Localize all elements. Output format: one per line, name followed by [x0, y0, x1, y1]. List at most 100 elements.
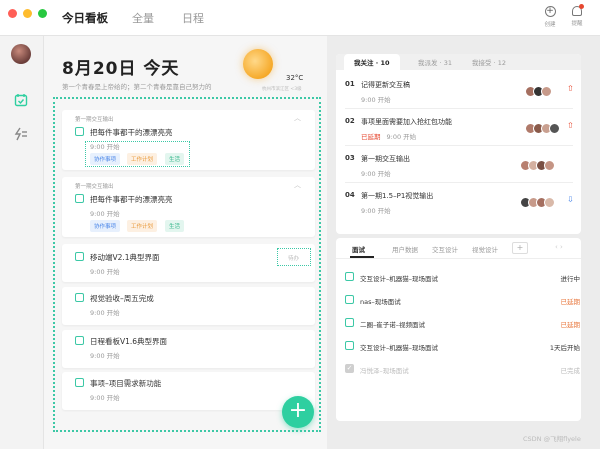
- item-number: 02: [345, 117, 355, 125]
- interview-row-title[interactable]: 二圈–崔子诺–视频面试: [360, 319, 425, 329]
- bell-icon: [572, 6, 582, 16]
- interview-row-title[interactable]: 交互设计–机器猫–现场面试: [360, 342, 438, 352]
- tag: 工作计划: [127, 220, 157, 232]
- watermark: CSDN @飞翔flyele: [523, 433, 581, 443]
- page-title: 8月20日 今天: [62, 54, 179, 79]
- priority-down-icon: ⇩: [567, 195, 574, 204]
- assignee-avatars: [523, 160, 555, 171]
- item-number: 03: [345, 154, 355, 162]
- task-checkbox[interactable]: [345, 295, 354, 304]
- focus-item-title[interactable]: 事项里面需要加入抢红包功能: [361, 117, 452, 127]
- interview-row-title[interactable]: 冯悦泽–现场面试: [360, 365, 409, 375]
- add-tab-button[interactable]: +: [512, 242, 528, 254]
- task-card[interactable]: 第一期交互输出 ︿ 把每件事都干的漂漂亮亮 9:00 开始 协作事项 工作计划 …: [62, 177, 315, 237]
- chevron-up-icon[interactable]: ︿: [294, 180, 301, 190]
- task-card[interactable]: 视觉验收–周五完成 9:00 开始: [62, 287, 315, 325]
- top-bar: 今日看板 全量 日程 + 创建 提醒: [0, 0, 600, 36]
- tag: 生活: [165, 220, 184, 232]
- task-card[interactable]: 事项–项目需求新功能 9:00 开始: [62, 372, 315, 410]
- task-time: 9:00 开始: [90, 392, 120, 402]
- project-label: 第一期交互输出: [75, 182, 114, 190]
- tab-my-accepted[interactable]: 我接受 · 12: [472, 57, 506, 67]
- tab-scroll-arrows[interactable]: ‹ ›: [555, 243, 563, 251]
- task-time: 9:00 开始: [90, 208, 120, 218]
- item-number: 04: [345, 191, 355, 199]
- plus-circle-icon: +: [545, 6, 556, 17]
- calendar-check-icon[interactable]: [14, 93, 28, 107]
- close-window-button[interactable]: [8, 9, 17, 18]
- task-checkbox[interactable]: [75, 378, 84, 387]
- interview-row-status: 已延期: [561, 319, 581, 329]
- sunny-weather-icon: [243, 49, 273, 79]
- focus-item-title[interactable]: 记得更新交互稿: [361, 80, 410, 90]
- avatar[interactable]: [11, 44, 31, 64]
- task-checkbox[interactable]: [75, 194, 84, 203]
- minimize-window-button[interactable]: [23, 9, 32, 18]
- task-checkbox[interactable]: [75, 252, 84, 261]
- task-title: 视觉验收–周五完成: [90, 293, 154, 304]
- motto-text: 第一个青春是上帝给的；第二个青春是靠自己努力的: [62, 81, 212, 91]
- tab-today-board[interactable]: 今日看板: [62, 10, 108, 26]
- task-title: 日程看板V1.6典型界面: [90, 336, 167, 347]
- tab-schedule[interactable]: 日程: [182, 10, 204, 26]
- interview-row-title[interactable]: 交互设计–机器猫–现场面试: [360, 273, 438, 283]
- task-time: 9:00 开始: [90, 350, 120, 360]
- interview-row-status: 已完成: [561, 365, 581, 375]
- interview-row-status: 进行中: [561, 273, 581, 283]
- tags-highlight: [85, 141, 190, 167]
- status-highlight: [277, 248, 311, 266]
- task-checkbox[interactable]: [345, 341, 354, 350]
- tab-my-dispatched[interactable]: 我派发 · 31: [418, 57, 452, 67]
- project-label: 第一期交互输出: [75, 115, 114, 123]
- add-task-button[interactable]: +: [282, 396, 314, 428]
- tab-interaction-design[interactable]: 交互设计: [432, 244, 458, 254]
- chevron-up-icon[interactable]: ︿: [294, 113, 301, 123]
- interview-panel: [336, 238, 581, 421]
- task-title: 移动端V2.1典型界面: [90, 252, 160, 263]
- flash-list-icon[interactable]: [14, 127, 28, 141]
- task-title: 事项–项目需求新功能: [90, 378, 161, 389]
- focus-item-title[interactable]: 第一期1.5–P1视觉输出: [361, 191, 433, 201]
- task-checkbox[interactable]: [345, 318, 354, 327]
- tab-my-focus[interactable]: 我关注 · 10: [344, 54, 400, 70]
- focus-item-sub: 9:00 开始: [361, 94, 391, 104]
- task-checkbox[interactable]: [75, 336, 84, 345]
- create-label: 创建: [537, 20, 563, 28]
- tab-all[interactable]: 全量: [132, 10, 154, 26]
- priority-up-icon: ⇧: [567, 84, 574, 93]
- tab-user-data[interactable]: 用户数据: [392, 244, 418, 254]
- task-time: 9:00 开始: [90, 307, 120, 317]
- divider: [345, 145, 573, 146]
- tab-visual-design[interactable]: 视觉设计: [472, 244, 498, 254]
- assignee-avatars: [528, 123, 560, 134]
- sidebar: [0, 36, 44, 449]
- maximize-window-button[interactable]: [38, 9, 47, 18]
- weather-location: 杭州市滨江区 <3级: [262, 86, 302, 92]
- divider: [336, 258, 581, 259]
- task-card[interactable]: 日程看板V1.6典型界面 9:00 开始: [62, 330, 315, 368]
- tag: 协作事项: [90, 220, 120, 232]
- task-title: 把每件事都干的漂漂亮亮: [90, 127, 173, 138]
- assignee-avatars: [523, 197, 555, 208]
- task-checkbox[interactable]: [75, 293, 84, 302]
- task-time: 9:00 开始: [90, 266, 120, 276]
- task-checkbox[interactable]: [75, 127, 84, 136]
- focus-item-title[interactable]: 第一期交互输出: [361, 154, 410, 164]
- priority-up-icon: ⇧: [567, 121, 574, 130]
- interview-row-status: 1天后开始: [550, 342, 580, 352]
- focus-item-sub: 9:00 开始: [361, 205, 391, 215]
- tab-interview[interactable]: 面试: [352, 244, 365, 254]
- checked-checkbox-icon[interactable]: ✓: [345, 364, 354, 373]
- focus-item-sub: 已延期9:00 开始: [361, 131, 416, 141]
- interview-row-title[interactable]: nas–现场面试: [360, 296, 401, 306]
- window-controls: [8, 9, 47, 18]
- create-button[interactable]: + 创建: [537, 6, 563, 28]
- item-number: 01: [345, 80, 355, 88]
- remind-button[interactable]: 提醒: [564, 6, 590, 27]
- interview-row-status: 已延期: [561, 296, 581, 306]
- remind-label: 提醒: [564, 19, 590, 27]
- divider: [345, 108, 573, 109]
- divider: [345, 182, 573, 183]
- task-checkbox[interactable]: [345, 272, 354, 281]
- task-title: 把每件事都干的漂漂亮亮: [90, 194, 173, 205]
